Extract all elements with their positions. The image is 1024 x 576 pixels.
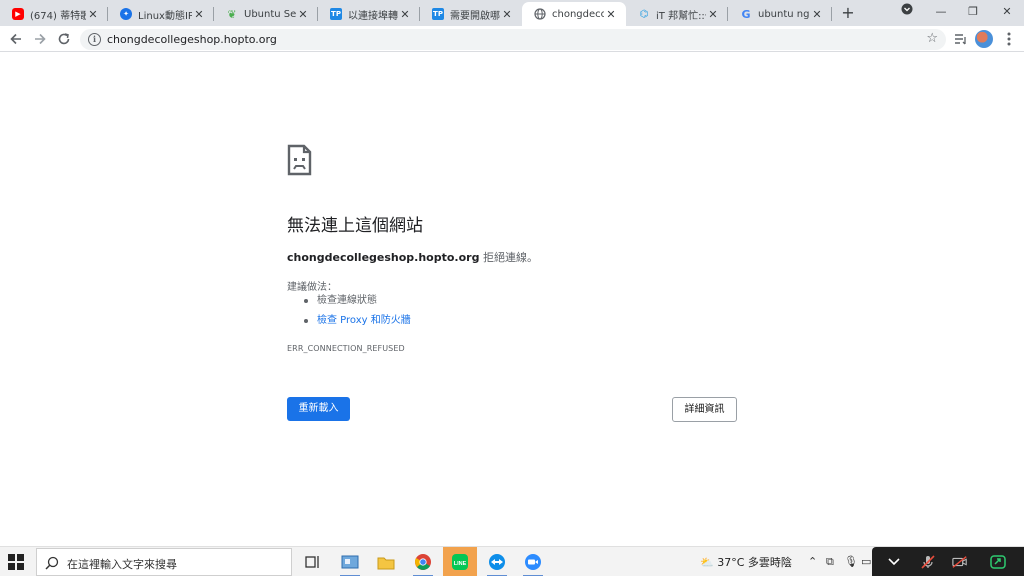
error-code: ERR_CONNECTION_REFUSED <box>287 344 405 353</box>
tab-title: 以連接埠轉發 <box>348 10 398 22</box>
address-bar[interactable]: i chongdecollegeshop.hopto.org ☆ <box>80 29 946 50</box>
tab-title: ubuntu ngin <box>758 8 810 20</box>
video-off-icon[interactable] <box>952 554 968 570</box>
restore-button[interactable]: ❐ <box>956 0 990 24</box>
mic-muted-icon[interactable] <box>920 554 936 570</box>
tab-linux-ip[interactable]: ✦ Linux動態IP位 ✕ <box>108 2 214 26</box>
close-window-button[interactable]: ✕ <box>990 0 1024 24</box>
teamviewer-icon[interactable] <box>480 547 514 576</box>
zoom-collapse-chevron-icon[interactable] <box>886 554 902 570</box>
windows-start-icon[interactable] <box>8 554 24 570</box>
reload-page-button[interactable]: 重新載入 <box>287 397 350 421</box>
forward-button[interactable] <box>30 29 50 49</box>
tab-ubuntu-nginx[interactable]: G ubuntu ngin ✕ <box>728 2 832 26</box>
arrow-left-icon <box>10 33 21 45</box>
url-text[interactable]: chongdecollegeshop.hopto.org <box>107 33 277 46</box>
tp-icon: TP <box>432 8 444 20</box>
back-button[interactable] <box>6 29 26 49</box>
tab-ithome[interactable]: ⌬ iT 邦幫忙::一起 ✕ <box>626 2 728 26</box>
line-app-icon[interactable]: LINE <box>443 547 477 576</box>
tab-separator <box>831 7 832 21</box>
search-icon <box>45 555 59 574</box>
new-tab-button[interactable]: + <box>838 2 858 24</box>
info-icon[interactable]: i <box>88 33 101 46</box>
error-host: chongdecollegeshop.hopto.org <box>287 251 480 264</box>
tp-icon: TP <box>330 8 342 20</box>
share-screen-icon[interactable] <box>990 554 1006 570</box>
menu-kebab-icon[interactable] <box>1000 30 1018 48</box>
leaf-icon: ❦ <box>227 7 237 21</box>
suggestion-check-proxy-link[interactable]: 檢查 Proxy 和防火牆 <box>303 314 411 334</box>
star-spark-icon: ✦ <box>120 8 132 20</box>
close-icon[interactable]: ✕ <box>296 8 310 21</box>
error-summary-suffix: 拒絕連線。 <box>479 251 538 264</box>
details-button[interactable]: 詳細資訊 <box>672 397 737 422</box>
minimize-button[interactable]: — <box>924 0 958 24</box>
close-icon[interactable]: ✕ <box>500 8 514 21</box>
bookmark-star-icon[interactable]: ☆ <box>926 31 938 46</box>
tab-title: 需要開啟哪些 <box>450 10 500 22</box>
windows-taskbar: 在這裡輸入文字來搜尋 LINE ⛅ 37°C 多雲時陰 ⌃ ⧉ 🎙 ▭ <box>0 546 1024 576</box>
close-icon[interactable]: ✕ <box>398 8 412 21</box>
tab-port-forward[interactable]: TP 以連接埠轉發 ✕ <box>318 2 420 26</box>
tab-title: iT 邦幫忙::一起 <box>656 10 706 22</box>
control-panel-icon[interactable] <box>333 547 367 576</box>
close-icon[interactable]: ✕ <box>604 8 618 21</box>
close-icon[interactable]: ✕ <box>810 8 824 21</box>
tab-search-button[interactable] <box>890 0 924 24</box>
tab-title: chongdecoll <box>552 8 604 20</box>
arrow-right-icon <box>35 33 46 45</box>
browser-toolbar: i chongdecollegeshop.hopto.org ☆ <box>0 26 1024 52</box>
tab-ubuntu-server[interactable]: ❦ Ubuntu Serv ✕ <box>214 2 318 26</box>
tab-title: Linux動態IP位 <box>138 10 192 22</box>
tab-strip: ▶ (674) 蒂特歌 ✕ ✦ Linux動態IP位 ✕ ❦ Ubuntu Se… <box>0 0 1024 26</box>
sad-page-icon <box>287 144 312 180</box>
microphone-icon[interactable]: 🎙 <box>844 555 858 568</box>
taskbar-search-box[interactable]: 在這裡輸入文字來搜尋 <box>36 548 292 576</box>
search-placeholder: 在這裡輸入文字來搜尋 <box>67 558 177 571</box>
weather-widget[interactable]: ⛅ 37°C 多雲時陰 <box>700 554 792 570</box>
chrome-icon[interactable] <box>406 547 440 576</box>
battery-icon[interactable]: ▭ <box>861 555 871 568</box>
tab-open-ports[interactable]: TP 需要開啟哪些 ✕ <box>420 2 522 26</box>
suggestions-list: 檢查連線狀態 檢查 Proxy 和防火牆 <box>303 294 411 334</box>
tab-youtube[interactable]: ▶ (674) 蒂特歌 ✕ <box>0 2 108 26</box>
tab-title: (674) 蒂特歌 <box>30 10 86 22</box>
dropdown-circle-icon <box>901 3 913 15</box>
google-icon: G <box>741 7 751 21</box>
svg-text:LINE: LINE <box>454 561 467 567</box>
task-view-icon[interactable] <box>296 547 330 576</box>
tab-title: Ubuntu Serv <box>244 8 296 20</box>
suggestions-label: 建議做法： <box>287 282 337 293</box>
close-icon[interactable]: ✕ <box>86 8 100 21</box>
ithome-icon: ⌬ <box>639 8 649 20</box>
tray-chevron-icon[interactable]: ⌃ <box>808 555 817 568</box>
error-summary: chongdecollegeshop.hopto.org 拒絕連線。 <box>287 249 538 265</box>
zoom-app-icon[interactable] <box>516 547 550 576</box>
reload-icon <box>58 33 70 45</box>
suggestion-check-connection: 檢查連線狀態 <box>303 294 411 314</box>
cloud-sun-icon: ⛅ <box>700 556 714 569</box>
error-heading: 無法連上這個網站 <box>287 216 423 236</box>
reload-button[interactable] <box>54 29 74 49</box>
meet-now-icon[interactable]: ⧉ <box>826 555 834 569</box>
youtube-icon: ▶ <box>12 8 24 20</box>
file-explorer-icon[interactable] <box>369 547 403 576</box>
reading-list-icon[interactable] <box>952 30 970 48</box>
close-icon[interactable]: ✕ <box>192 8 206 21</box>
close-icon[interactable]: ✕ <box>706 8 720 21</box>
tab-chongde-active[interactable]: chongdecoll ✕ <box>522 2 626 26</box>
weather-text: 37°C 多雲時陰 <box>717 556 792 569</box>
zoom-meeting-controls <box>872 547 1024 576</box>
globe-icon <box>534 8 546 20</box>
profile-avatar[interactable] <box>975 30 993 48</box>
